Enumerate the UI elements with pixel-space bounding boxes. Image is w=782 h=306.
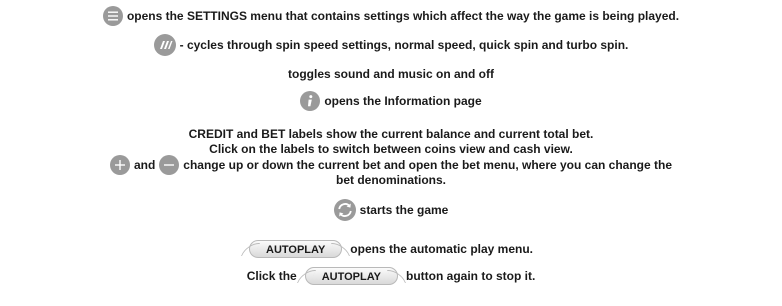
autoplay-open-description: opens the automatic play menu.	[350, 242, 533, 256]
autoplay-button-illustration: AUTOPLAY	[249, 240, 343, 258]
bet-denominations-text: bet denominations.	[335, 172, 446, 187]
spin-line: starts the game	[0, 199, 782, 221]
spin-speed-description: - cycles through spin speed settings, no…	[179, 38, 629, 52]
spin-speed-line: - cycles through spin speed settings, no…	[0, 34, 782, 56]
settings-line: opens the SETTINGS menu that contains se…	[0, 6, 782, 26]
help-page: opens the SETTINGS menu that contains se…	[0, 0, 782, 306]
bet-and-text: and	[133, 158, 156, 172]
info-icon	[300, 91, 321, 111]
menu-icon	[102, 6, 123, 26]
spin-description: starts the game	[359, 203, 449, 217]
autoplay-open-line: AUTOPLAY opens the automatic play menu.	[0, 240, 782, 258]
autoplay-button-illustration-2: AUTOPLAY	[304, 267, 398, 285]
credit-bet-description: CREDIT and BET labels show the current b…	[188, 126, 594, 141]
sound-line: toggles sound and music on and off	[0, 66, 782, 81]
sound-description: toggles sound and music on and off	[288, 66, 494, 81]
credit-bet-line-1: CREDIT and BET labels show the current b…	[0, 126, 782, 141]
turbo-spin-icon	[153, 34, 176, 56]
spin-icon	[333, 199, 356, 221]
info-description: opens the Information page	[324, 94, 482, 108]
settings-description: opens the SETTINGS menu that contains se…	[126, 9, 680, 23]
info-line: opens the Information page	[0, 91, 782, 111]
bet-change-description: change up or down the current bet and op…	[183, 158, 673, 172]
autoplay-stop-description: button again to stop it.	[406, 269, 536, 283]
autoplay-click-text: Click the	[246, 269, 297, 283]
credit-bet-switch-description: Click on the labels to switch between co…	[209, 141, 573, 156]
credit-bet-line-2: Click on the labels to switch between co…	[0, 141, 782, 156]
autoplay-stop-line: Click the AUTOPLAY button again to stop it…	[0, 267, 782, 285]
bet-change-line-2: bet denominations.	[0, 172, 782, 187]
